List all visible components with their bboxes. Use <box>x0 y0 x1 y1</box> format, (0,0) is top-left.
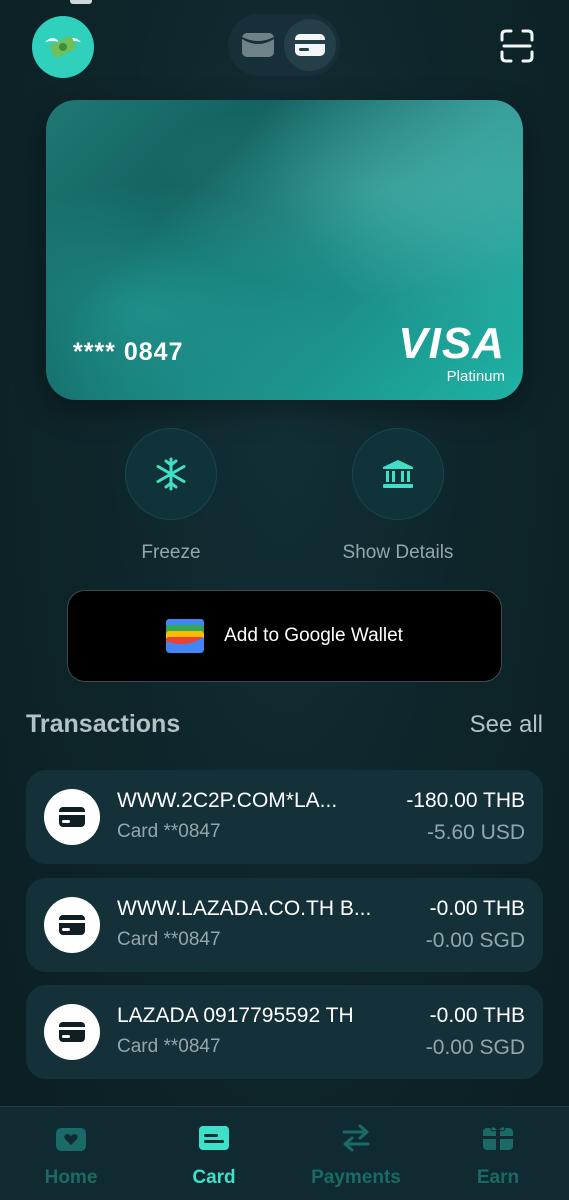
card-number: **** 0847 <box>73 338 184 366</box>
card-icon <box>59 807 85 827</box>
scan-icon <box>500 29 534 63</box>
gift-icon <box>483 1126 513 1150</box>
virtual-card[interactable]: **** 0847 VISA Platinum <box>46 100 523 400</box>
transactions-title: Transactions <box>26 710 181 738</box>
google-wallet-icon <box>166 619 205 653</box>
wallet-heart-icon <box>56 1128 86 1151</box>
transaction-merchant: WWW.2C2P.COM*LA... <box>117 789 338 812</box>
nav-label-earn: Earn <box>476 1167 520 1188</box>
transaction-card: Card **0847 <box>117 821 221 842</box>
transaction-amount: -180.00 THB <box>406 789 525 812</box>
snowflake-icon <box>156 457 186 491</box>
transaction-converted-amount: -0.00 SGD <box>425 929 525 952</box>
bottom-navigation: Home Card Payments Earn <box>0 1106 569 1200</box>
freeze-action[interactable]: Freeze <box>91 428 251 564</box>
card-icon <box>59 1022 85 1042</box>
nav-tab-card[interactable]: Card <box>149 1121 279 1189</box>
nav-tab-home[interactable]: Home <box>6 1121 136 1189</box>
card-toggle-button[interactable] <box>284 19 336 71</box>
transaction-row[interactable]: WWW.2C2P.COM*LA... Card **0847 -180.00 T… <box>26 770 543 864</box>
freeze-label: Freeze <box>141 542 201 563</box>
freeze-button[interactable] <box>125 428 217 520</box>
transaction-avatar <box>44 897 100 953</box>
wallet-toggle-button[interactable] <box>232 19 284 71</box>
card-screen: **** 0847 VISA Platinum Freeze Show Deta… <box>0 0 569 1200</box>
transaction-merchant: WWW.LAZADA.CO.TH B... <box>117 897 372 920</box>
status-bar-fragment <box>70 0 92 4</box>
scan-button[interactable] <box>499 28 535 64</box>
see-all-link[interactable]: See all <box>470 711 543 739</box>
transfer-arrows-icon <box>342 1124 370 1152</box>
card-tier: Platinum <box>446 368 505 385</box>
bank-icon <box>383 460 413 488</box>
transaction-row[interactable]: WWW.LAZADA.CO.TH B... Card **0847 -0.00 … <box>26 878 543 972</box>
transaction-row[interactable]: LAZADA 0917795592 TH Card **0847 -0.00 T… <box>26 985 543 1079</box>
show-details-button[interactable] <box>352 428 444 520</box>
card-icon <box>295 34 325 56</box>
transaction-converted-amount: -0.00 SGD <box>425 1036 525 1059</box>
avatar[interactable] <box>32 16 94 78</box>
nav-tab-payments[interactable]: Payments <box>291 1121 421 1189</box>
card-icon <box>59 915 85 935</box>
nav-label-home: Home <box>44 1167 98 1188</box>
show-details-action[interactable]: Show Details <box>318 428 478 564</box>
visa-logo: VISA <box>398 319 505 368</box>
add-to-google-wallet-button[interactable]: Add to Google Wallet <box>67 590 502 682</box>
google-wallet-label: Add to Google Wallet <box>224 625 403 646</box>
transaction-avatar <box>44 789 100 845</box>
transaction-amount: -0.00 THB <box>429 1004 525 1027</box>
transaction-avatar <box>44 1004 100 1060</box>
nav-label-card: Card <box>192 1167 236 1188</box>
wallet-icon <box>242 33 274 57</box>
view-toggle <box>228 14 340 76</box>
show-details-label: Show Details <box>342 542 454 563</box>
transaction-card: Card **0847 <box>117 929 221 950</box>
transaction-converted-amount: -5.60 USD <box>426 821 525 844</box>
transaction-card: Card **0847 <box>117 1036 221 1057</box>
transaction-merchant: LAZADA 0917795592 TH <box>117 1004 354 1027</box>
card-icon <box>199 1126 229 1150</box>
nav-label-payments: Payments <box>311 1167 401 1188</box>
nav-tab-earn[interactable]: Earn <box>433 1121 563 1189</box>
transaction-amount: -0.00 THB <box>429 897 525 920</box>
money-with-wings-icon <box>45 36 81 58</box>
